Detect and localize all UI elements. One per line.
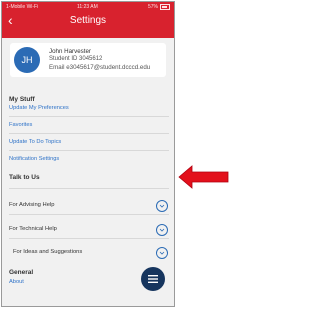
chevron-down-icon[interactable] [156,247,168,259]
divider [9,133,169,134]
red-arrow-icon [178,165,229,189]
profile-name: John Harvester [49,48,91,55]
battery-icon [160,4,170,10]
list-item-ideas-suggestions[interactable]: For Ideas and Suggestions [2,247,174,261]
divider [9,116,169,117]
status-battery: 57% [148,4,170,10]
divider [9,214,169,215]
link-update-preferences[interactable]: Update My Preferences [9,105,69,111]
avatar: JH [14,47,40,73]
profile-student-id: Student ID 3045612 [49,56,103,62]
chevron-down-icon[interactable] [156,200,168,212]
advising-help-label: For Advising Help [9,202,55,208]
divider [9,150,169,151]
ideas-suggestions-label: For Ideas and Suggestions [13,249,83,255]
header-bar: 1-Mobile Wi-Fi 11:23 AM 57% ‹ Settings [2,2,174,38]
link-notification-settings[interactable]: Notification Settings [9,156,59,162]
link-update-todo-topics[interactable]: Update To Do Topics [9,139,61,145]
section-heading-general: General [9,269,34,276]
divider [9,188,169,189]
chevron-down-icon[interactable] [156,224,168,236]
battery-percent: 57% [147,4,158,10]
list-item-technical-help[interactable]: For Technical Help [2,224,174,238]
hamburger-menu-icon [148,275,158,283]
profile-email: Email e3045617@student.dcccd.edu [49,64,151,71]
link-about[interactable]: About [9,279,24,285]
phone-screen: 1-Mobile Wi-Fi 11:23 AM 57% ‹ Settings J… [1,1,175,307]
profile-card: JH John Harvester Student ID 3045612 Ema… [10,43,166,77]
menu-button[interactable] [141,267,165,291]
section-heading-my-stuff: My Stuff [9,96,35,103]
technical-help-label: For Technical Help [9,226,57,232]
list-item-advising-help[interactable]: For Advising Help [2,200,174,214]
status-carrier: 1-Mobile Wi-Fi [6,4,39,10]
section-heading-talk-to-us: Talk to Us [9,174,40,181]
page-title: Settings [69,15,107,26]
status-time: 11:23 AM [77,4,98,10]
link-favorites[interactable]: Favorites [9,122,32,128]
divider [9,238,169,239]
